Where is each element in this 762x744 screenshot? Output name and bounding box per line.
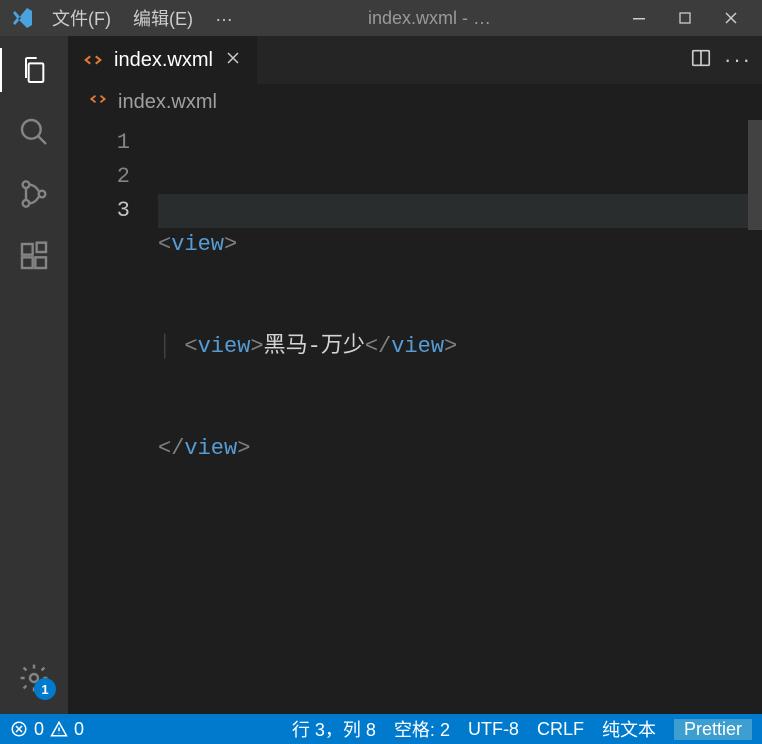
code-token: view — [198, 334, 251, 359]
status-prettier[interactable]: Prettier — [674, 719, 752, 740]
line-number: 2 — [68, 160, 158, 194]
code-token: > — [237, 436, 250, 461]
explorer-icon[interactable] — [10, 46, 58, 94]
code-area[interactable]: 1 2 3 <view> │ <view>黑马-万少</view> </view… — [68, 120, 762, 714]
settings-badge: 1 — [34, 678, 56, 700]
menu-overflow[interactable]: … — [205, 1, 243, 35]
status-language-mode[interactable]: 纯文本 — [602, 716, 656, 742]
code-token: > — [444, 334, 457, 359]
code-token: view — [391, 334, 444, 359]
menu-file[interactable]: 文件(F) — [42, 1, 121, 35]
line-number: 3 — [68, 194, 158, 228]
code-token: </ — [158, 436, 184, 461]
vertical-scrollbar[interactable] — [748, 120, 762, 714]
current-line-highlight — [158, 194, 748, 228]
title-bar: 文件(F) 编辑(E) … index.wxml - … — [0, 0, 762, 36]
editor-column: index.wxml ··· index.wxml 1 2 — [68, 36, 762, 714]
extensions-icon[interactable] — [10, 232, 58, 280]
code-token: < — [184, 334, 197, 359]
indent-guide: │ — [158, 334, 184, 359]
tab-index-wxml[interactable]: index.wxml — [68, 36, 258, 84]
vscode-logo-icon — [8, 6, 36, 30]
maximize-button[interactable] — [662, 0, 708, 36]
activity-bar: 1 — [0, 36, 68, 714]
code-file-icon — [88, 89, 108, 115]
scrollbar-thumb[interactable] — [748, 120, 762, 230]
status-cursor-position[interactable]: 行 3，列 8 — [292, 716, 376, 742]
source-control-icon[interactable] — [10, 170, 58, 218]
code-token: < — [158, 232, 171, 257]
status-problems[interactable]: 0 0 — [10, 719, 84, 740]
settings-gear-icon[interactable]: 1 — [10, 654, 58, 702]
main-area: 1 index.wxml ··· — [0, 36, 762, 714]
code-token: 黑马-万少 — [264, 334, 365, 359]
code-token: view — [184, 436, 237, 461]
code-token: > — [250, 334, 263, 359]
breadcrumb[interactable]: index.wxml — [68, 84, 762, 120]
menu-bar: 文件(F) 编辑(E) … — [42, 1, 243, 35]
more-actions-icon[interactable]: ··· — [724, 47, 752, 73]
code-file-icon — [82, 49, 104, 71]
code-content[interactable]: <view> │ <view>黑马-万少</view> </view> — [158, 120, 748, 714]
code-token: view — [171, 232, 224, 257]
split-editor-icon[interactable] — [690, 47, 712, 74]
line-gutter: 1 2 3 — [68, 120, 158, 714]
status-indentation[interactable]: 空格: 2 — [394, 716, 450, 742]
status-encoding[interactable]: UTF-8 — [468, 719, 519, 740]
tabs-row: index.wxml ··· — [68, 36, 762, 84]
close-button[interactable] — [708, 0, 754, 36]
menu-edit[interactable]: 编辑(E) — [123, 1, 203, 35]
code-token: </ — [365, 334, 391, 359]
line-number: 1 — [68, 126, 158, 160]
code-token: > — [224, 232, 237, 257]
status-bar: 0 0 行 3，列 8 空格: 2 UTF-8 CRLF 纯文本 Prettie… — [0, 714, 762, 744]
window-title: index.wxml - … — [243, 8, 616, 29]
tab-label: index.wxml — [114, 49, 213, 72]
search-icon[interactable] — [10, 108, 58, 156]
status-warning-count: 0 — [74, 719, 84, 740]
window-controls — [616, 0, 754, 36]
minimize-button[interactable] — [616, 0, 662, 36]
status-eol[interactable]: CRLF — [537, 719, 584, 740]
status-error-count: 0 — [34, 719, 44, 740]
editor-actions: ··· — [690, 36, 762, 84]
breadcrumb-label: index.wxml — [118, 91, 217, 114]
close-icon[interactable] — [223, 47, 243, 74]
